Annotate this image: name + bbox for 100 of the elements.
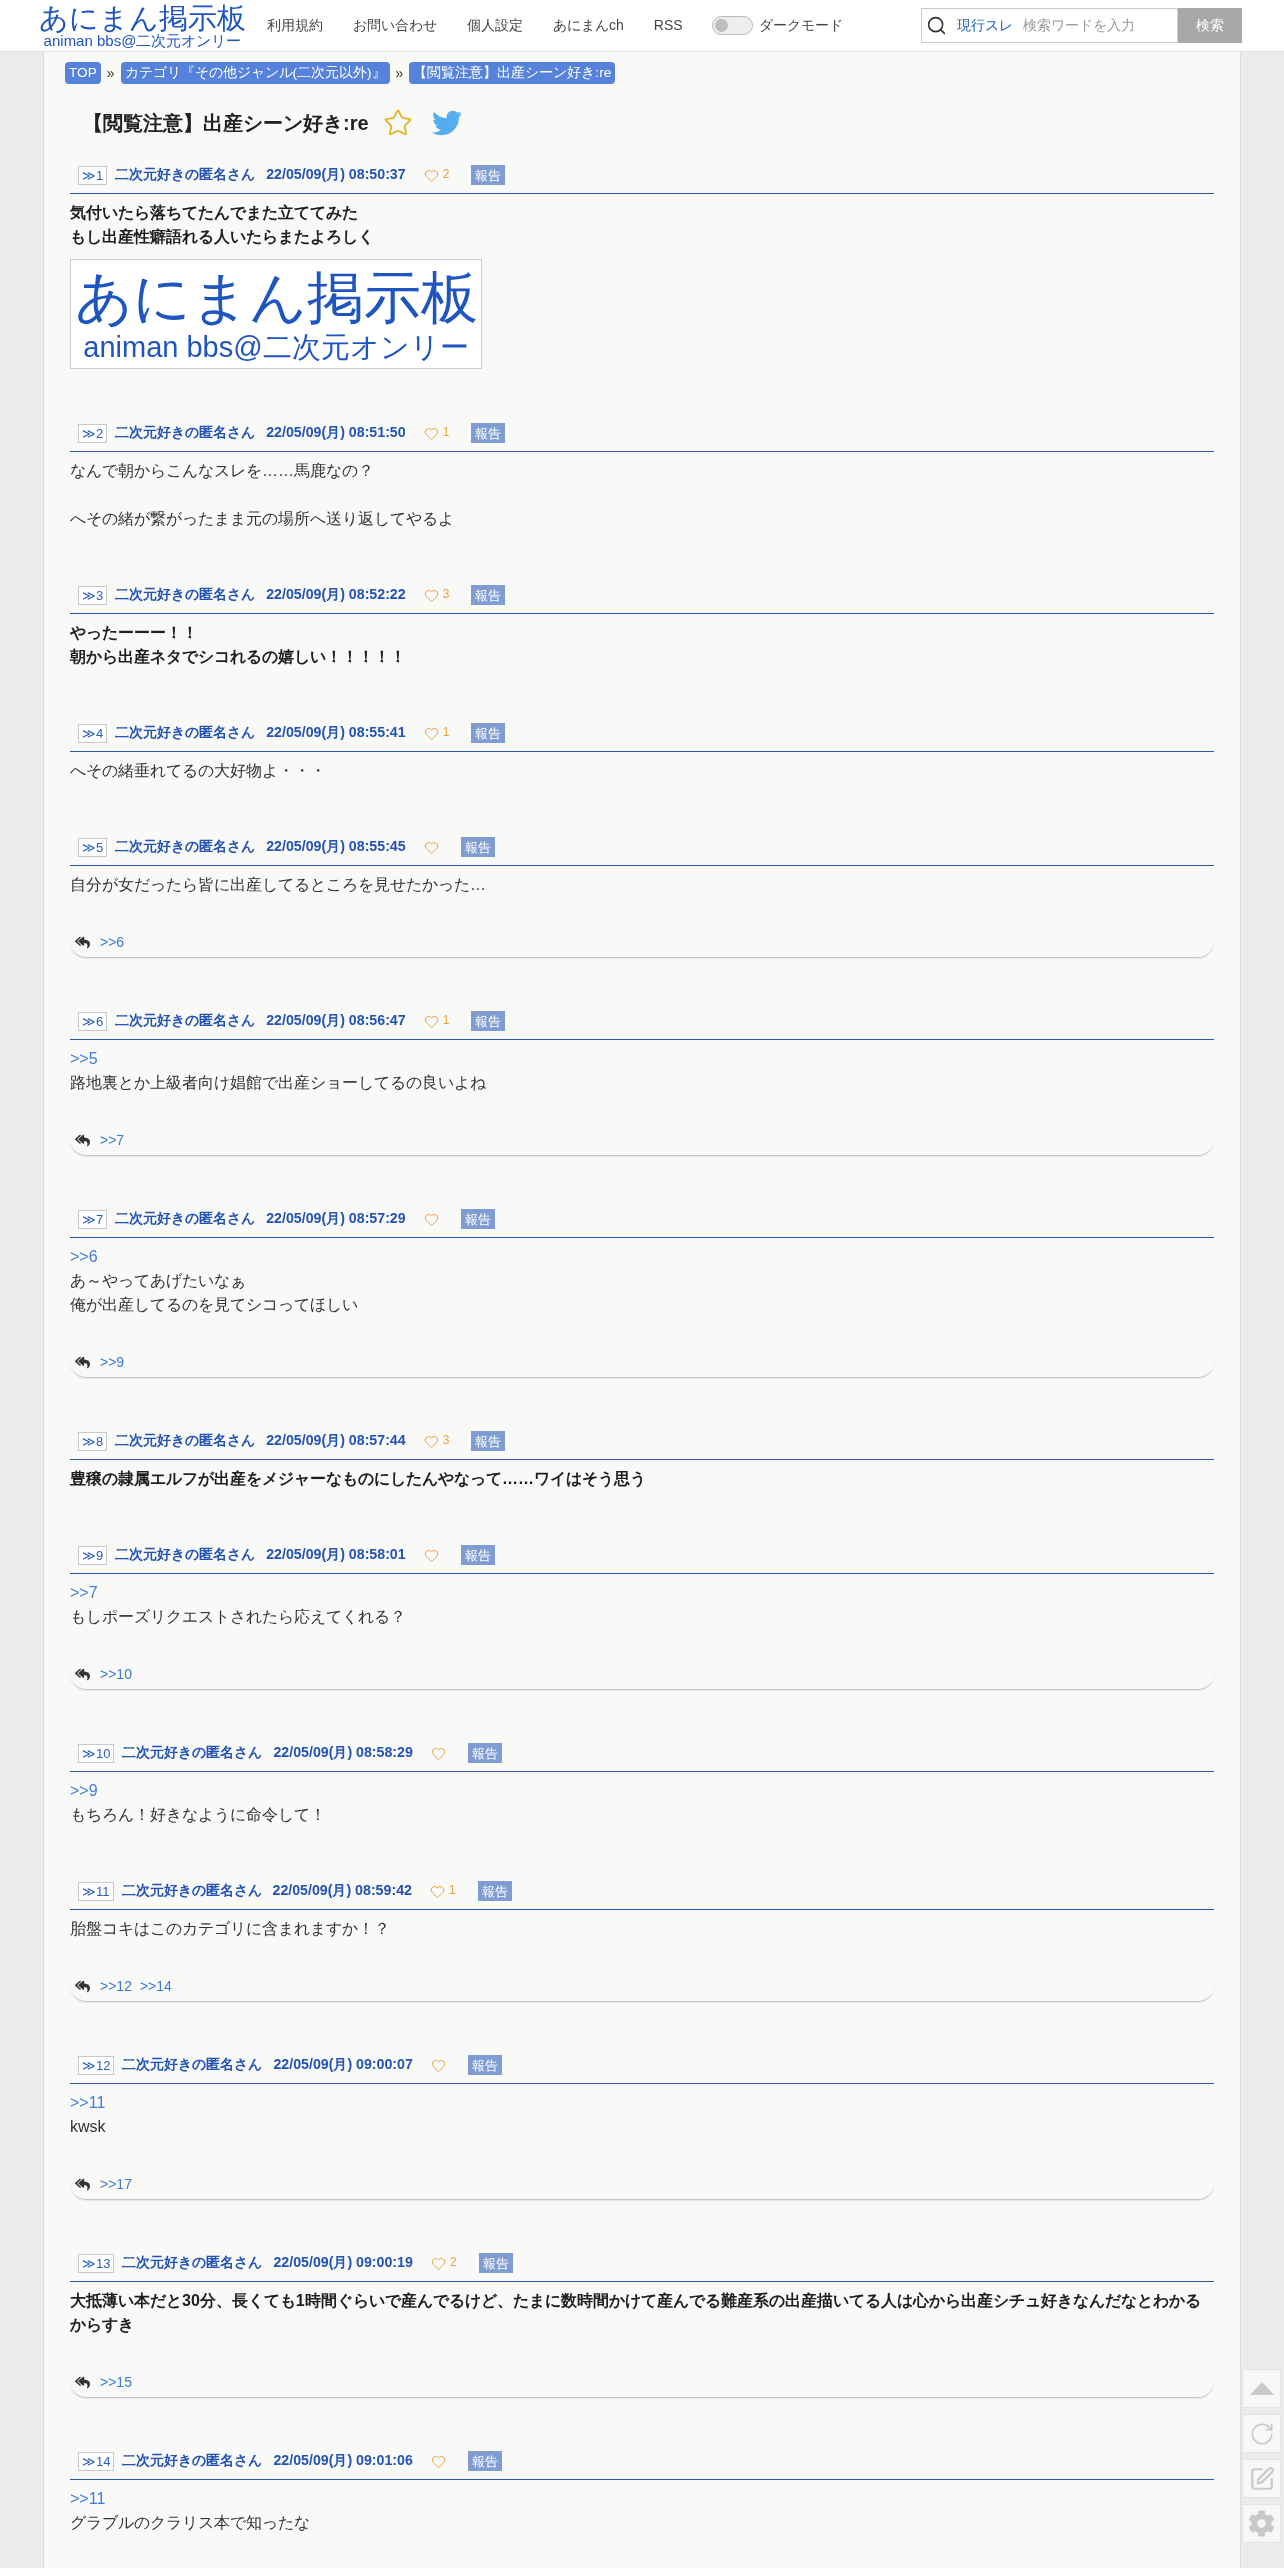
report-button[interactable]: 報告 bbox=[471, 165, 506, 185]
report-button[interactable]: 報告 bbox=[460, 1545, 495, 1565]
post-number-link[interactable]: ≫8 bbox=[78, 1431, 108, 1451]
breadcrumb-separator: » bbox=[106, 63, 115, 83]
breadcrumb-link[interactable]: 【閲覧注意】出産シーン好き:re bbox=[409, 62, 616, 84]
nav-link[interactable]: 利用規約 bbox=[267, 15, 323, 36]
post-number-link[interactable]: ≫12 bbox=[78, 2055, 115, 2075]
search-field[interactable]: 現行スレ 検索ワードを入力 bbox=[921, 8, 1178, 43]
post-date: 22/05/09(月) 08:59:42 bbox=[272, 1881, 412, 1901]
post-text: グラブルのクラリス本で知ったな bbox=[70, 2513, 311, 2533]
reply-link[interactable]: >>17 bbox=[100, 2177, 132, 2191]
heart-icon[interactable] bbox=[429, 1883, 445, 1899]
report-button[interactable]: 報告 bbox=[471, 1431, 506, 1451]
quote-link[interactable]: >>11 bbox=[70, 2091, 106, 2115]
scroll-up-button[interactable] bbox=[1242, 2369, 1281, 2408]
post-number-link[interactable]: ≫10 bbox=[78, 1743, 115, 1763]
heart-icon[interactable] bbox=[430, 2057, 446, 2073]
edit-icon bbox=[1248, 2465, 1275, 2492]
post-text: 朝から出産ネタでシコれるの嬉しい！！！！！ bbox=[70, 647, 407, 667]
heart-icon[interactable] bbox=[430, 2255, 446, 2271]
reply-link[interactable]: >>9 bbox=[100, 1355, 125, 1369]
nav-link[interactable]: RSS bbox=[653, 15, 683, 36]
post-date: 22/05/09(月) 08:58:29 bbox=[273, 1743, 413, 1763]
post-number-link[interactable]: ≫6 bbox=[78, 1011, 108, 1031]
nav-link[interactable]: お問い合わせ bbox=[353, 15, 437, 36]
poster-name: 二次元好きの匿名さん bbox=[122, 2253, 263, 2272]
post-number-link[interactable]: ≫13 bbox=[78, 2253, 115, 2273]
post-text: へその緒が繋がったまま元の場所へ送り返してやるよ bbox=[70, 509, 455, 529]
heart-icon[interactable] bbox=[423, 1211, 439, 1227]
heart-icon[interactable] bbox=[423, 839, 439, 855]
report-button[interactable]: 報告 bbox=[467, 2451, 502, 2471]
quote-link[interactable]: >>7 bbox=[70, 1581, 98, 1605]
edit-button[interactable] bbox=[1242, 2459, 1281, 2498]
site-logo-title[interactable]: あにまん掲示板 bbox=[39, 2, 246, 33]
report-button[interactable]: 報告 bbox=[460, 837, 495, 857]
post-text: 大抵薄い本だと30分、長くても1時間ぐらいで産んでるけど、たまに数時間かけて産んでる難産系の出産描いてる人は心から出産シチュ好きなんだなとわかるからすき bbox=[70, 2291, 1202, 2335]
report-button[interactable]: 報告 bbox=[471, 723, 506, 743]
nav-link[interactable]: あにまんch bbox=[553, 15, 624, 36]
breadcrumb-link[interactable]: TOP bbox=[65, 62, 101, 84]
settings-icon bbox=[1248, 2510, 1275, 2537]
reply-link[interactable]: >>12 bbox=[100, 1979, 132, 1993]
post-date: 22/05/09(月) 08:51:50 bbox=[266, 423, 406, 443]
reply-link[interactable]: >>15 bbox=[100, 2375, 132, 2389]
report-button[interactable]: 報告 bbox=[467, 2055, 502, 2075]
post-date: 22/05/09(月) 09:00:19 bbox=[273, 2253, 413, 2273]
reply-link[interactable]: >>7 bbox=[100, 1133, 125, 1147]
heart-icon[interactable] bbox=[423, 1433, 439, 1449]
dark-mode-switch[interactable] bbox=[711, 16, 753, 35]
reply-link[interactable]: >>14 bbox=[139, 1979, 172, 1993]
post-date: 22/05/09(月) 08:55:41 bbox=[266, 723, 406, 743]
post-number-link[interactable]: ≫5 bbox=[78, 837, 108, 857]
search-scope[interactable]: 現行スレ bbox=[957, 15, 1013, 36]
reply-icon bbox=[75, 2374, 90, 2390]
poster-name: 二次元好きの匿名さん bbox=[115, 165, 256, 184]
post-number-link[interactable]: ≫14 bbox=[78, 2451, 115, 2471]
reply-link[interactable]: >>6 bbox=[100, 935, 125, 949]
heart-icon[interactable] bbox=[423, 725, 439, 741]
report-button[interactable]: 報告 bbox=[467, 1743, 502, 1763]
post-number-link[interactable]: ≫2 bbox=[78, 423, 108, 443]
heart-icon[interactable] bbox=[423, 1547, 439, 1563]
reply-link[interactable]: >>10 bbox=[100, 1667, 132, 1681]
nav-link[interactable]: 個人設定 bbox=[467, 15, 523, 36]
report-button[interactable]: 報告 bbox=[471, 1011, 506, 1031]
report-button[interactable]: 報告 bbox=[460, 1209, 495, 1229]
star-icon[interactable] bbox=[382, 108, 413, 138]
post-date: 22/05/09(月) 08:52:22 bbox=[266, 585, 406, 605]
post-number-link[interactable]: ≫1 bbox=[78, 165, 108, 185]
poster-name: 二次元好きの匿名さん bbox=[115, 1545, 256, 1564]
search-input[interactable]: 検索ワードを入力 bbox=[1023, 15, 1173, 36]
post-number-link[interactable]: ≫3 bbox=[78, 585, 108, 605]
heart-icon[interactable] bbox=[423, 425, 439, 441]
heart-icon[interactable] bbox=[430, 2453, 446, 2469]
post-number-link[interactable]: ≫11 bbox=[78, 1881, 114, 1901]
report-button[interactable]: 報告 bbox=[471, 423, 506, 443]
report-button[interactable]: 報告 bbox=[471, 585, 506, 605]
reply-icon bbox=[75, 1354, 90, 1370]
breadcrumb-link[interactable]: カテゴリ『その他ジャンル(二次元以外)』 bbox=[120, 62, 390, 84]
post-number-link[interactable]: ≫9 bbox=[78, 1545, 108, 1565]
heart-icon[interactable] bbox=[423, 167, 439, 183]
quote-link[interactable]: >>9 bbox=[70, 1779, 98, 1803]
quote-link[interactable]: >>5 bbox=[70, 1047, 98, 1071]
quote-link[interactable]: >>6 bbox=[70, 1245, 98, 1269]
report-button[interactable]: 報告 bbox=[478, 2253, 513, 2273]
post-number-link[interactable]: ≫7 bbox=[78, 1209, 108, 1229]
report-button[interactable]: 報告 bbox=[477, 1881, 512, 1901]
quote-link[interactable]: >>11 bbox=[70, 2487, 106, 2511]
heart-icon[interactable] bbox=[430, 1745, 446, 1761]
settings-button[interactable] bbox=[1242, 2504, 1281, 2543]
heart-icon[interactable] bbox=[423, 587, 439, 603]
search-button[interactable]: 検索 bbox=[1178, 8, 1242, 43]
like-count: 1 bbox=[442, 425, 450, 438]
post-date: 22/05/09(月) 09:01:06 bbox=[273, 2451, 413, 2471]
like-count: 1 bbox=[448, 1883, 456, 1896]
refresh-button[interactable] bbox=[1242, 2414, 1281, 2453]
post-text: 路地裏とか上級者向け娼館で出産ショーしてるの良いよね bbox=[70, 1073, 487, 1093]
bird-icon[interactable] bbox=[431, 108, 462, 138]
like-count: 3 bbox=[442, 1433, 450, 1446]
heart-icon[interactable] bbox=[423, 1013, 439, 1029]
post-number-link[interactable]: ≫4 bbox=[78, 723, 108, 743]
poster-name: 二次元好きの匿名さん bbox=[122, 2451, 263, 2470]
